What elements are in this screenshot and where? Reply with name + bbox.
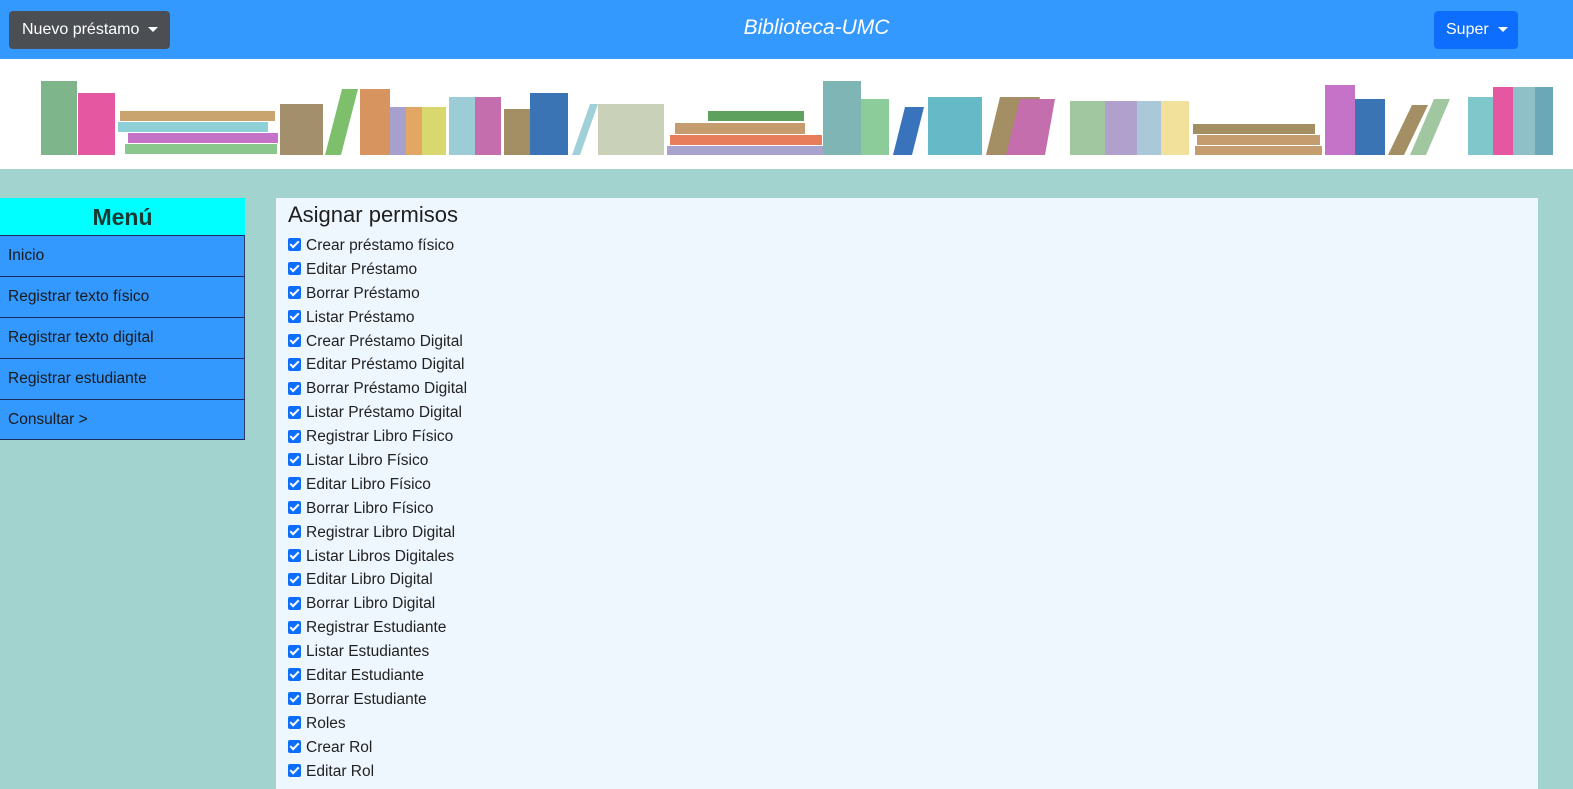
permission-checkbox[interactable] bbox=[288, 310, 301, 324]
side-menu: Menú Inicio Registrar texto físico Regis… bbox=[0, 198, 245, 440]
permission-item: Editar Préstamo Digital bbox=[288, 353, 1538, 377]
permission-item: Borrar Préstamo bbox=[288, 282, 1538, 306]
permission-label: Listar Libro Físico bbox=[306, 451, 429, 469]
permission-checkbox[interactable] bbox=[288, 429, 301, 443]
permission-checkbox[interactable] bbox=[288, 357, 301, 371]
permission-item: Borrar Estudiante bbox=[288, 688, 1538, 712]
menu-item-registrar-texto-digital[interactable]: Registrar texto digital bbox=[0, 317, 245, 358]
permission-item: Listar Libro Físico bbox=[288, 449, 1538, 473]
permission-label: Listar Libros Digitales bbox=[306, 547, 455, 565]
permission-label: Registrar Libro Físico bbox=[306, 428, 454, 446]
permission-checkbox[interactable] bbox=[288, 477, 301, 491]
permission-label: Listar Préstamo Digital bbox=[306, 404, 462, 422]
permission-label: Editar Libro Digital bbox=[306, 571, 433, 589]
permission-list: Crear préstamo físico Editar Préstamo Borr… bbox=[288, 234, 1538, 783]
permission-label: Borrar Estudiante bbox=[306, 690, 427, 708]
permission-item: Borrar Libro Físico bbox=[288, 497, 1538, 521]
permission-item: Editar Libro Físico bbox=[288, 473, 1538, 497]
permission-item: Registrar Estudiante bbox=[288, 616, 1538, 640]
page-title: Asignar permisos bbox=[288, 202, 458, 227]
menu-item-registrar-estudiante[interactable]: Registrar estudiante bbox=[0, 358, 245, 399]
permission-item: Borrar Libro Digital bbox=[288, 592, 1538, 616]
user-dropdown-button[interactable]: Super bbox=[1434, 11, 1518, 49]
permission-label: Editar Préstamo bbox=[306, 260, 418, 278]
permission-label: Borrar Libro Físico bbox=[306, 499, 434, 517]
permission-item: Editar Libro Digital bbox=[288, 568, 1538, 592]
user-label: Super bbox=[1446, 21, 1489, 38]
permission-checkbox[interactable] bbox=[288, 501, 301, 515]
permission-label: Registrar Libro Digital bbox=[306, 523, 456, 541]
permission-label: Listar Estudiantes bbox=[306, 643, 430, 661]
permission-checkbox[interactable] bbox=[288, 549, 301, 563]
permission-label: Listar Préstamo bbox=[306, 308, 415, 326]
permission-checkbox[interactable] bbox=[288, 620, 301, 634]
menu-item-registrar-texto-fisico[interactable]: Registrar texto físico bbox=[0, 276, 245, 317]
permission-checkbox[interactable] bbox=[288, 525, 301, 539]
permission-label: Crear Préstamo Digital bbox=[306, 332, 463, 350]
permission-checkbox[interactable] bbox=[288, 764, 301, 778]
permission-label: Editar Préstamo Digital bbox=[306, 356, 465, 374]
brand-title: Biblioteca-UMC bbox=[743, 16, 890, 39]
permission-item: Crear Préstamo Digital bbox=[288, 330, 1538, 354]
bookshelf-banner bbox=[0, 59, 1573, 169]
permission-checkbox[interactable] bbox=[288, 262, 301, 276]
permission-label: Registrar Estudiante bbox=[306, 619, 447, 637]
permission-item: Registrar Libro Digital bbox=[288, 521, 1538, 545]
permission-checkbox[interactable] bbox=[288, 405, 301, 419]
permission-item: Registrar Libro Físico bbox=[288, 425, 1538, 449]
permission-label: Crear Rol bbox=[306, 738, 373, 756]
permission-label: Roles bbox=[306, 714, 346, 732]
permission-label: Borrar Préstamo bbox=[306, 284, 420, 302]
permission-label: Editar Libro Físico bbox=[306, 475, 431, 493]
menu-item-inicio[interactable]: Inicio bbox=[0, 235, 245, 276]
permission-item: Crear Rol bbox=[288, 736, 1538, 760]
bookshelf-image bbox=[41, 81, 1553, 155]
permission-checkbox[interactable] bbox=[288, 668, 301, 682]
permission-item: Roles bbox=[288, 712, 1538, 736]
permission-label: Editar Rol bbox=[306, 762, 375, 780]
permission-item: Crear préstamo físico bbox=[288, 234, 1538, 258]
permission-checkbox[interactable] bbox=[288, 716, 301, 730]
permission-label: Borrar Libro Digital bbox=[306, 595, 436, 613]
permissions-panel: Asignar permisos Crear préstamo físico Ed… bbox=[276, 198, 1538, 789]
permission-checkbox[interactable] bbox=[288, 572, 301, 586]
permission-checkbox[interactable] bbox=[288, 692, 301, 706]
permission-checkbox[interactable] bbox=[288, 740, 301, 754]
permission-item: Borrar Préstamo Digital bbox=[288, 377, 1538, 401]
permission-checkbox[interactable] bbox=[288, 381, 301, 395]
permission-checkbox[interactable] bbox=[288, 334, 301, 347]
permission-item: Listar Libros Digitales bbox=[288, 545, 1538, 569]
menu-item-consultar[interactable]: Consultar > bbox=[0, 399, 245, 440]
permission-label: Borrar Préstamo Digital bbox=[306, 380, 468, 398]
permission-checkbox[interactable] bbox=[288, 453, 301, 467]
permission-item: Editar Estudiante bbox=[288, 664, 1538, 688]
permission-item: Listar Préstamo Digital bbox=[288, 401, 1538, 425]
permission-item: Editar Préstamo bbox=[288, 258, 1538, 282]
caret-down-icon bbox=[1497, 26, 1508, 32]
top-navbar: Nuevo préstamo Biblioteca-UMC Super bbox=[0, 0, 1573, 59]
permission-checkbox[interactable] bbox=[288, 238, 301, 252]
permission-label: Crear préstamo físico bbox=[306, 236, 455, 254]
permission-item: Listar Préstamo bbox=[288, 306, 1538, 330]
permission-checkbox[interactable] bbox=[288, 644, 301, 658]
menu-title: Menú bbox=[0, 198, 245, 235]
permission-item: Editar Rol bbox=[288, 760, 1538, 784]
permission-item: Listar Estudiantes bbox=[288, 640, 1538, 664]
permission-label: Editar Estudiante bbox=[306, 666, 425, 684]
permission-checkbox[interactable] bbox=[288, 596, 301, 610]
permission-checkbox[interactable] bbox=[288, 286, 301, 300]
